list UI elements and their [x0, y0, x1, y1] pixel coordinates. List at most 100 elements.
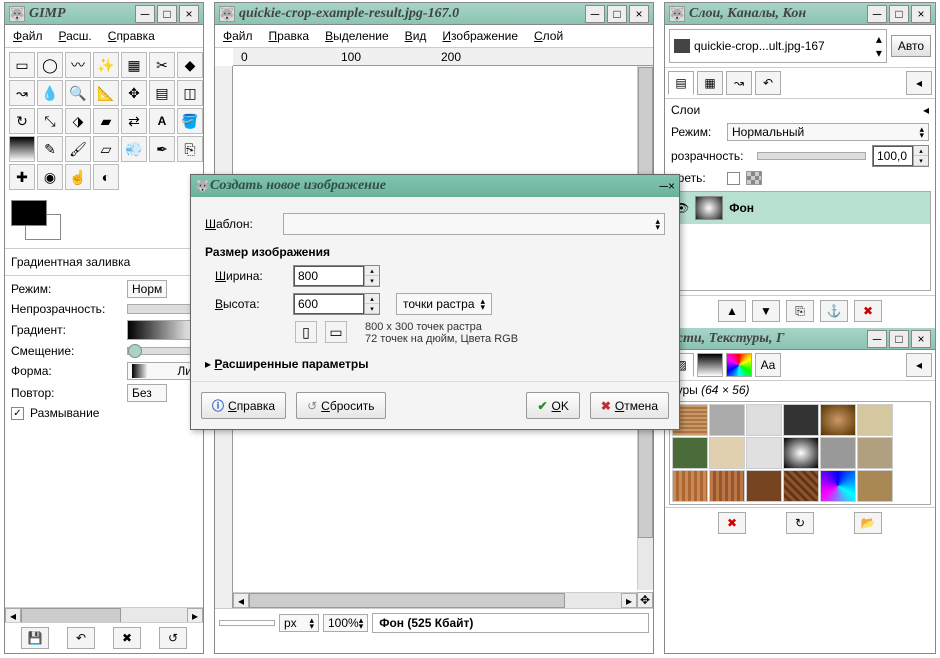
opacity-slider[interactable] [127, 304, 197, 314]
cancel-button[interactable]: ✖Отмена [590, 392, 669, 419]
texture-item[interactable] [820, 437, 856, 469]
tool-text[interactable]: A [149, 108, 175, 134]
layer-down-button[interactable]: ▼ [752, 300, 780, 322]
layer-item[interactable]: 👁 Фон [670, 192, 930, 224]
texture-open-button[interactable]: 📂 [854, 512, 882, 534]
tool-move[interactable]: ✥ [121, 80, 147, 106]
zoom-combo[interactable]: 100%▴▾ [323, 614, 368, 632]
delete-options-button[interactable]: ✖ [113, 627, 141, 649]
maximize-button[interactable]: □ [889, 330, 909, 348]
tool-align[interactable]: ▤ [149, 80, 175, 106]
tool-heal[interactable]: ✚ [9, 164, 35, 190]
tool-blur[interactable]: ◉ [37, 164, 63, 190]
tool-wand[interactable]: ✨ [93, 52, 119, 78]
layer-dup-button[interactable]: ⎘ [786, 300, 814, 322]
lock-alpha-icon[interactable] [746, 171, 762, 185]
texture-item[interactable] [783, 470, 819, 502]
texture-delete-button[interactable]: ✖ [718, 512, 746, 534]
ok-button[interactable]: ✔OK [526, 392, 579, 419]
help-button[interactable]: ⓘСправка [201, 392, 286, 419]
nav-button[interactable]: ✥ [637, 592, 653, 608]
repeat-combo[interactable]: Без [127, 384, 167, 402]
tool-measure[interactable]: 📐 [93, 80, 119, 106]
dither-checkbox[interactable]: ✓ [11, 407, 24, 420]
tool-scale[interactable]: ⤡ [37, 108, 63, 134]
lock-pixels-checkbox[interactable] [727, 172, 740, 185]
texture-item[interactable] [746, 437, 782, 469]
tool-fg-select[interactable]: ◆ [177, 52, 203, 78]
tool-paths[interactable]: ↝ [9, 80, 35, 106]
restore-options-button[interactable]: ↶ [67, 627, 95, 649]
gradient-combo[interactable] [127, 320, 197, 340]
tab-paths[interactable]: ↝ [726, 71, 752, 95]
tool-crop[interactable]: ◫ [177, 80, 203, 106]
menu-ext[interactable]: Расш. [55, 27, 96, 45]
tool-dodge[interactable]: ◐ [93, 164, 119, 190]
tool-flip[interactable]: ⇄ [121, 108, 147, 134]
layer-mode-combo[interactable]: Нормальный▴▾ [727, 123, 929, 141]
layer-delete-button[interactable]: ✖ [854, 300, 882, 322]
maximize-button[interactable]: □ [157, 5, 177, 23]
tool-bucket[interactable]: 🪣 [177, 108, 203, 134]
menu-select[interactable]: Выделение [321, 27, 393, 45]
layer-anchor-button[interactable]: ⚓ [820, 300, 848, 322]
minimize-button[interactable]: ─ [659, 179, 668, 193]
menu-view[interactable]: Вид [401, 27, 431, 45]
maximize-button[interactable]: □ [889, 5, 909, 23]
texture-refresh-button[interactable]: ↻ [786, 512, 814, 534]
texture-item[interactable] [783, 404, 819, 436]
tool-shear[interactable]: ⬗ [65, 108, 91, 134]
layer-opacity-input[interactable]: ▴▾ [872, 145, 929, 167]
reset-options-button[interactable]: ↺ [159, 627, 187, 649]
width-input[interactable]: ▴▾ [293, 265, 380, 287]
shape-combo[interactable]: Ли [127, 362, 197, 380]
tab-layers[interactable]: ▤ [668, 71, 694, 95]
tool-perspective[interactable]: ▰ [93, 108, 119, 134]
tab-palettes[interactable] [726, 353, 752, 377]
image-picker[interactable]: quickie-crop...ult.jpg-167 ▴▾ [669, 29, 887, 63]
reset-button[interactable]: ↺Сбросить [296, 392, 385, 419]
menu-file[interactable]: Файл [219, 27, 257, 45]
tab-fonts[interactable]: Aa [755, 353, 781, 377]
texture-item[interactable] [820, 470, 856, 502]
minimize-button[interactable]: ─ [585, 5, 605, 23]
close-button[interactable]: × [668, 179, 675, 193]
texture-item[interactable] [783, 437, 819, 469]
texture-item[interactable] [857, 437, 893, 469]
tab-undo[interactable]: ↶ [755, 71, 781, 95]
menu-layer[interactable]: Слой [530, 27, 567, 45]
fg-color[interactable] [11, 200, 47, 226]
close-button[interactable]: × [911, 5, 931, 23]
minimize-button[interactable]: ─ [867, 330, 887, 348]
texture-item[interactable] [672, 437, 708, 469]
texture-item[interactable] [709, 437, 745, 469]
layer-up-button[interactable]: ▲ [718, 300, 746, 322]
unit-combo[interactable]: точки растра ▴▾ [396, 293, 492, 315]
tool-gradient[interactable] [9, 136, 35, 162]
save-options-button[interactable]: 💾 [21, 627, 49, 649]
tab-menu[interactable]: ◂ [906, 353, 932, 377]
tab-channels[interactable]: ▦ [697, 71, 723, 95]
unit-combo[interactable]: px▴▾ [279, 614, 319, 632]
tool-smudge[interactable]: ☝ [65, 164, 91, 190]
toolbox-hscroll[interactable]: ◂▸ [5, 607, 203, 623]
advanced-expander[interactable]: ▸ Расширенные параметры [205, 357, 665, 371]
tool-color-picker[interactable]: 💧 [37, 80, 63, 106]
texture-item[interactable] [709, 470, 745, 502]
close-button[interactable]: × [629, 5, 649, 23]
tool-rotate[interactable]: ↻ [9, 108, 35, 134]
tool-ellipse-select[interactable]: ◯ [37, 52, 63, 78]
texture-item[interactable] [746, 470, 782, 502]
canvas-hscroll[interactable]: ◂▸ [233, 592, 637, 608]
portrait-button[interactable]: ▯ [295, 321, 317, 343]
maximize-button[interactable]: □ [607, 5, 627, 23]
mode-combo[interactable]: Норм [127, 280, 167, 298]
offset-slider[interactable] [127, 347, 197, 355]
close-button[interactable]: × [911, 330, 931, 348]
panel-menu-icon[interactable]: ◂ [923, 103, 929, 117]
tool-ink[interactable]: ✒ [149, 136, 175, 162]
tool-airbrush[interactable]: 💨 [121, 136, 147, 162]
tab-menu[interactable]: ◂ [906, 71, 932, 95]
minimize-button[interactable]: ─ [867, 5, 887, 23]
tool-brush[interactable]: 🖌 [65, 136, 91, 162]
